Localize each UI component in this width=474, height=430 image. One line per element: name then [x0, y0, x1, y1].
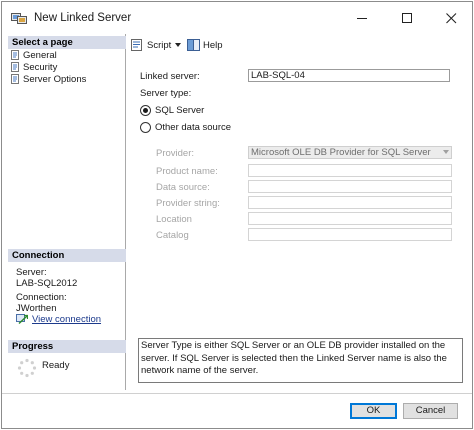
- page-item-label: Security: [23, 61, 58, 73]
- provider-select[interactable]: Microsoft OLE DB Provider for SQL Server: [248, 146, 452, 159]
- server-label: Server:: [16, 267, 47, 278]
- progress-header: Progress: [8, 340, 126, 353]
- data-source-input[interactable]: [248, 180, 452, 193]
- provider-string-input[interactable]: [248, 196, 452, 209]
- page-item-label: General: [23, 49, 57, 61]
- select-page-header: Select a page: [8, 36, 126, 49]
- title-bar: New Linked Server: [2, 2, 472, 34]
- server-value: LAB-SQL2012: [16, 278, 78, 289]
- server-type-info-box: Server Type is either SQL Server or an O…: [138, 338, 463, 383]
- minimize-icon: [356, 17, 367, 19]
- ok-button[interactable]: OK: [350, 403, 397, 419]
- page-item-security[interactable]: Security: [10, 61, 57, 73]
- page-icon: [11, 62, 19, 72]
- new-linked-server-dialog: New Linked Server Select a page General …: [1, 1, 473, 429]
- provider-label: Provider:: [156, 148, 195, 159]
- connection-value: JWorthen: [16, 303, 57, 314]
- catalog-label: Catalog: [156, 230, 189, 241]
- help-button[interactable]: Help: [187, 39, 223, 51]
- linked-server-input[interactable]: LAB-SQL-04: [248, 69, 450, 82]
- view-connection-label: View connection: [32, 314, 102, 325]
- help-icon: [187, 39, 200, 51]
- script-label: Script: [147, 39, 172, 51]
- minimize-button[interactable]: [340, 2, 384, 34]
- product-name-label: Product name:: [156, 166, 218, 177]
- maximize-icon: [401, 12, 412, 23]
- progress-spinner-icon: [17, 358, 37, 378]
- server-type-label: Server type:: [140, 88, 192, 99]
- connection-label: Connection:: [16, 292, 67, 303]
- catalog-input[interactable]: [248, 228, 452, 241]
- script-button[interactable]: Script: [131, 39, 182, 51]
- location-input[interactable]: [248, 212, 452, 225]
- sql-server-radio-label: SQL Server: [155, 105, 205, 116]
- page-item-general[interactable]: General: [10, 49, 57, 61]
- close-button[interactable]: [429, 2, 473, 34]
- chevron-down-icon: [443, 150, 449, 154]
- page-icon: [11, 74, 19, 84]
- linked-server-label: Linked server:: [140, 71, 200, 82]
- general-page-form: Linked server: LAB-SQL-04 Server type: S…: [126, 56, 470, 390]
- page-item-label: Server Options: [23, 73, 87, 85]
- data-source-label: Data source:: [156, 182, 210, 193]
- radio-unselected-icon[interactable]: [140, 122, 151, 133]
- cancel-button[interactable]: Cancel: [403, 403, 458, 419]
- progress-status: Ready: [42, 360, 70, 371]
- radio-selected-icon[interactable]: [140, 105, 151, 116]
- connection-header: Connection: [8, 249, 126, 262]
- window-title: New Linked Server: [34, 12, 132, 24]
- view-connection-icon: [16, 314, 28, 325]
- dialog-button-bar: OK Cancel: [2, 393, 472, 428]
- linked-server-app-icon: [11, 13, 27, 24]
- help-label: Help: [203, 39, 223, 51]
- other-data-source-radio-label: Other data source: [155, 122, 232, 133]
- location-label: Location: [156, 214, 192, 225]
- provider-string-label: Provider string:: [156, 198, 220, 209]
- close-icon: [445, 12, 456, 23]
- script-icon: [131, 39, 142, 51]
- page-icon: [11, 50, 19, 60]
- other-data-source-radio[interactable]: Other data source: [140, 122, 231, 133]
- sql-server-radio[interactable]: SQL Server: [140, 105, 204, 116]
- chevron-down-icon[interactable]: [175, 43, 182, 47]
- provider-select-value: Microsoft OLE DB Provider for SQL Server: [251, 147, 431, 158]
- product-name-input[interactable]: [248, 164, 452, 177]
- view-connection-link[interactable]: View connection: [16, 314, 101, 325]
- toolbar: Script Help: [126, 34, 470, 56]
- page-item-server-options[interactable]: Server Options: [10, 73, 86, 85]
- left-panel: Select a page General Security Server Op…: [8, 34, 126, 390]
- maximize-button[interactable]: [385, 2, 429, 34]
